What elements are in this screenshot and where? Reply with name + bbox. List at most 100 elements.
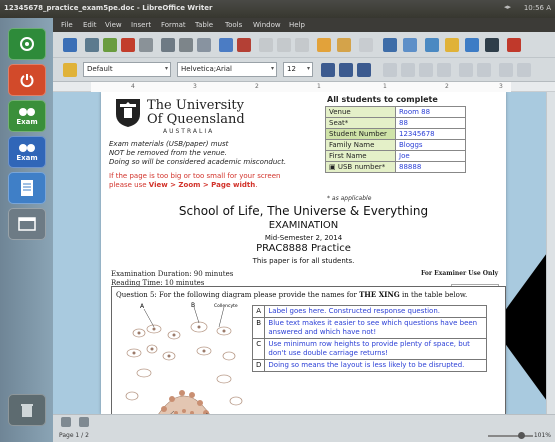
justify-icon[interactable] [437,63,451,77]
font-name-value: Helvetica;Arial [181,65,232,73]
ruler-tick: 2 [445,83,449,90]
cut-icon[interactable] [259,38,273,52]
clock[interactable]: 10:56 A [524,4,551,12]
zoom-tip-line2: please use View > Zoom > Page width. [109,181,257,189]
table-row: Family Name Bloggs [325,139,466,151]
copy-icon[interactable] [277,38,291,52]
bullets-icon[interactable] [477,63,491,77]
align-left-icon[interactable] [383,63,397,77]
paragraph-style-select[interactable]: Default ▾ [83,62,171,77]
indent-increase-icon[interactable] [499,63,513,77]
ruler-tick: 3 [193,83,197,90]
chart-icon[interactable] [445,38,459,52]
new-document-icon[interactable] [63,38,77,52]
find-icon[interactable] [507,38,521,52]
power-icon[interactable] [8,64,46,96]
font-size-value: 12 [287,65,296,73]
font-size-select[interactable]: 12 ▾ [283,62,313,77]
image-icon[interactable] [425,38,439,52]
horizontal-ruler[interactable]: 4 3 2 1 1 2 3 [53,82,555,92]
field-value[interactable]: Bloggs [395,139,466,151]
paste-icon[interactable] [295,38,309,52]
table-row: A Label goes here. Constructed response q… [251,305,488,318]
menu-tools[interactable]: Tools [225,21,242,29]
answer-cell[interactable]: Doing so means the layout is less likely… [264,359,488,372]
writer-app-icon[interactable] [8,172,46,204]
menu-edit[interactable]: Edit [83,21,97,29]
view-layout-icon[interactable] [79,417,89,427]
exam-app-icon-2[interactable]: Exam [8,136,46,168]
answer-cell[interactable]: Label goes here. Constructed response qu… [264,305,488,318]
open-icon[interactable] [103,38,117,52]
answer-cell[interactable]: Blue text makes it easier to see which q… [264,317,488,339]
align-right-icon[interactable] [419,63,433,77]
spellcheck-icon[interactable] [219,38,233,52]
table-row: ▣ USB number* 88888 [325,161,466,173]
system-indicators[interactable]: ◂▸ [504,3,511,11]
hyperlink-icon[interactable] [383,38,397,52]
question-text: Question 5: For the following diagram pl… [116,290,467,299]
pdf-export-icon[interactable] [121,38,135,52]
font-name-select[interactable]: Helvetica;Arial ▾ [177,62,277,77]
question-prefix: Question 5: For the following diagram pl… [116,291,360,299]
zoom-slider-knob[interactable] [518,432,525,439]
redo-icon[interactable] [359,38,373,52]
zoom-level[interactable]: 101% [534,432,551,439]
styles-icon[interactable] [63,63,77,77]
window-title: 12345678_practice_exam5pe.doc - LibreOff… [4,4,213,12]
menu-file[interactable]: File [61,21,73,29]
underline-icon[interactable] [357,63,371,77]
formatting-marks-icon[interactable] [485,38,499,52]
menu-help[interactable]: Help [289,21,305,29]
sidebar-toggle-icon[interactable] [61,417,71,427]
field-value[interactable]: Room 88 [395,106,466,118]
field-value[interactable]: Joe [395,150,466,162]
undo-icon[interactable] [337,38,351,52]
menu-format[interactable]: Format [161,21,186,29]
window-titlebar: 12345678_practice_exam5pe.doc - LibreOff… [0,0,555,18]
bold-icon[interactable] [321,63,335,77]
templates-icon[interactable] [85,38,99,52]
field-label: First Name [325,150,396,162]
save-icon[interactable] [139,38,153,52]
table-row: C Use minimum row heights to provide plen… [251,338,488,360]
menu-bar: File Edit View Insert Format Table Tools… [53,18,555,32]
menu-window[interactable]: Window [253,21,281,29]
answer-cell[interactable]: Use minimum row heights to provide plent… [264,338,488,360]
exam-app-icon-1[interactable]: Exam [8,100,46,132]
page-counter[interactable]: Page 1 / 2 [59,432,89,439]
autocheck-icon[interactable] [237,38,251,52]
italic-icon[interactable] [339,63,353,77]
field-value[interactable]: 12345678 [395,128,466,140]
menu-table[interactable]: Table [195,21,213,29]
university-name-line1: The University [147,98,245,113]
print-icon[interactable] [161,38,175,52]
clone-formatting-icon[interactable] [317,38,331,52]
answer-letter: B [251,317,266,339]
navigator-icon[interactable] [465,38,479,52]
ruler-tick: 3 [499,83,503,90]
print-preview-icon[interactable] [179,38,193,52]
align-center-icon[interactable] [401,63,415,77]
field-value[interactable]: 88888 [395,161,466,173]
field-value[interactable]: 88 [395,117,466,129]
warning-line: Exam materials (USB/paper) must [109,140,229,148]
table-icon[interactable] [403,38,417,52]
indent-decrease-icon[interactable] [517,63,531,77]
vertical-scrollbar[interactable] [546,92,555,414]
field-label: Family Name [325,139,396,151]
chevron-down-icon: ▾ [164,65,168,72]
applicable-note: * as applicable [327,195,372,202]
menu-insert[interactable]: Insert [131,21,151,29]
answer-letter: D [251,359,266,372]
ruler-tick: 1 [317,83,321,90]
email-icon[interactable] [197,38,211,52]
examiner-use-heading: For Examiner Use Only [421,270,499,277]
zoom-slider[interactable] [488,432,533,439]
trash-icon[interactable] [8,394,46,426]
dash-home-icon[interactable] [8,28,46,60]
menu-view[interactable]: View [105,21,122,29]
numbering-icon[interactable] [459,63,473,77]
chevron-down-icon: ▾ [306,65,310,72]
window-app-icon[interactable] [8,208,46,240]
